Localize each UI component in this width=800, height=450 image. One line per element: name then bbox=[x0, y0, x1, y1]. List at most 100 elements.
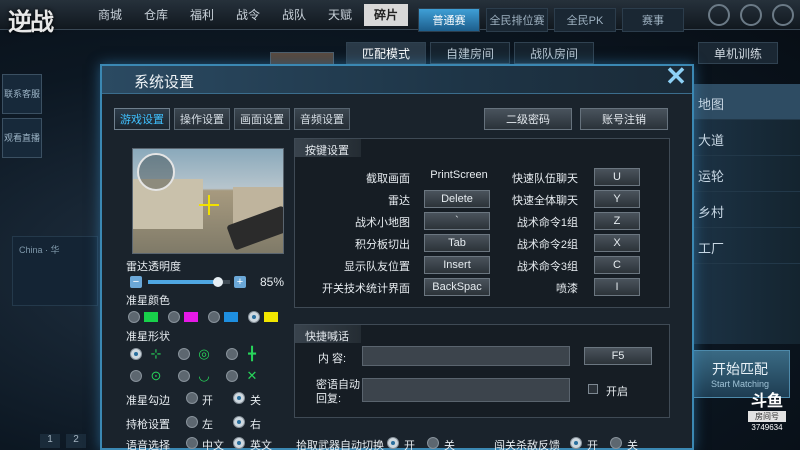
mode-tab[interactable]: 全民排位赛 bbox=[486, 8, 548, 32]
slider-knob[interactable] bbox=[213, 277, 223, 287]
crosshair-dot-icon[interactable]: ⊹ bbox=[148, 346, 164, 362]
feedback-off-radio[interactable] bbox=[610, 437, 622, 449]
password-reply-label: 密语自动回复: bbox=[316, 379, 360, 405]
crosshair-v-icon[interactable]: ◡ bbox=[196, 368, 212, 384]
gun-hold-left-radio[interactable] bbox=[186, 416, 198, 428]
hotkey-button[interactable]: Y bbox=[594, 190, 640, 208]
watch-live-button[interactable]: 观看直播 bbox=[2, 118, 42, 158]
crosshair-shape-radio[interactable] bbox=[130, 348, 142, 360]
crosshair-color-radio[interactable] bbox=[208, 311, 220, 323]
map-list-item[interactable]: 大道 bbox=[690, 120, 800, 156]
pickup-on-label: 开 bbox=[404, 440, 415, 450]
nav-item[interactable]: 战队 bbox=[272, 4, 316, 26]
map-list-item[interactable]: 运轮 bbox=[690, 156, 800, 192]
watermark-logo: 斗鱼 bbox=[750, 391, 783, 410]
nav-item[interactable]: 仓库 bbox=[134, 4, 178, 26]
nav-item[interactable]: 商城 bbox=[88, 4, 132, 26]
nav-item[interactable]: 福利 bbox=[180, 4, 224, 26]
gun-hold-right-radio[interactable] bbox=[233, 416, 245, 428]
outline-on-radio[interactable] bbox=[186, 392, 198, 404]
page-1[interactable]: 1 bbox=[40, 434, 60, 448]
settings-icon[interactable] bbox=[740, 4, 762, 26]
hotkey-button[interactable]: I bbox=[594, 278, 640, 296]
page-2[interactable]: 2 bbox=[66, 434, 86, 448]
chat-content-input[interactable] bbox=[362, 346, 570, 366]
crosshair-color-swatch[interactable] bbox=[184, 312, 198, 322]
auto-reply-checkbox[interactable] bbox=[588, 384, 598, 394]
voice-label: 语音选择 bbox=[126, 440, 170, 450]
slider-track[interactable] bbox=[148, 277, 230, 287]
pickup-on-radio[interactable] bbox=[387, 437, 399, 449]
crosshair-color-swatch[interactable] bbox=[224, 312, 238, 322]
settings-tabs: 游戏设置 操作设置 画面设置 音频设置 bbox=[114, 108, 350, 130]
user-icon[interactable] bbox=[708, 4, 730, 26]
crosshair-color-radio[interactable] bbox=[248, 311, 260, 323]
top-nav: 商城 仓库 福利 战令 战队 天赋 碎片 bbox=[88, 4, 408, 26]
nav-item[interactable]: 战令 bbox=[226, 4, 270, 26]
password-reply-input[interactable] bbox=[362, 378, 570, 402]
outline-off-radio[interactable] bbox=[233, 392, 245, 404]
crosshair-shape-radio[interactable] bbox=[226, 348, 238, 360]
settings-tab[interactable]: 操作设置 bbox=[174, 108, 230, 130]
settings-tab[interactable]: 游戏设置 bbox=[114, 108, 170, 130]
single-training-button[interactable]: 单机训练 bbox=[698, 42, 778, 64]
mode-tab[interactable]: 普通赛 bbox=[418, 8, 480, 32]
hotkey-label: 战术命令1组 bbox=[516, 217, 578, 229]
gun-hold-right-label: 右 bbox=[250, 419, 261, 431]
voice-english-radio[interactable] bbox=[233, 437, 245, 449]
crosshair-shape-radio[interactable] bbox=[178, 348, 190, 360]
plus-icon[interactable]: + bbox=[234, 276, 246, 288]
radar-opacity-slider[interactable]: − + bbox=[130, 275, 250, 289]
game-logo: 逆战 bbox=[8, 7, 54, 36]
top-icons bbox=[708, 4, 794, 26]
nav-item[interactable]: 碎片 bbox=[364, 4, 408, 26]
settings-tab[interactable]: 音频设置 bbox=[294, 108, 350, 130]
crosshair-color-radio[interactable] bbox=[128, 311, 140, 323]
hotkey-button[interactable]: Z bbox=[594, 212, 640, 230]
hotkey-label: 战术命令2组 bbox=[516, 239, 578, 251]
crosshair-shape-radio[interactable] bbox=[130, 370, 142, 382]
quick-chat-title: 快捷喊话 bbox=[295, 325, 361, 343]
gun-hold-label: 持枪设置 bbox=[126, 419, 170, 431]
crosshair-color-radio[interactable] bbox=[168, 311, 180, 323]
voice-chinese-radio[interactable] bbox=[186, 437, 198, 449]
close-icon[interactable]: ✕ bbox=[662, 63, 690, 91]
crosshair-x-icon[interactable]: ✕ bbox=[244, 368, 260, 384]
hotkey-button[interactable]: X bbox=[594, 234, 640, 252]
settings-tab[interactable]: 画面设置 bbox=[234, 108, 290, 130]
map-list-item[interactable]: 乡村 bbox=[690, 192, 800, 228]
kill-feedback-label: 闯关杀敌反馈 bbox=[494, 440, 560, 450]
sub-tab[interactable]: 战队房间 bbox=[514, 42, 594, 64]
hotkey-label: 快速队伍聊天 bbox=[512, 173, 578, 185]
sub-tab[interactable]: 自建房间 bbox=[430, 42, 510, 64]
feedback-on-radio[interactable] bbox=[570, 437, 582, 449]
outline-on-label: 开 bbox=[202, 395, 213, 407]
minus-icon[interactable]: − bbox=[130, 276, 142, 288]
power-icon[interactable] bbox=[772, 4, 794, 26]
voice-english-label: 英文 bbox=[250, 440, 272, 450]
crosshair-color-swatch[interactable] bbox=[264, 312, 278, 322]
secondary-password-button[interactable]: 二级密码 bbox=[484, 108, 572, 130]
chat-hotkey-button[interactable]: F5 bbox=[584, 347, 652, 365]
gun-hold-left-label: 左 bbox=[202, 419, 213, 431]
crosshair-ring-icon[interactable]: ⊙ bbox=[148, 368, 164, 384]
account-cancel-button[interactable]: 账号注销 bbox=[580, 108, 668, 130]
crosshair-preview bbox=[132, 148, 284, 254]
hotkey-button[interactable]: C bbox=[594, 256, 640, 274]
crosshair-shape-radio[interactable] bbox=[226, 370, 238, 382]
mode-tab[interactable]: 赛事 bbox=[622, 8, 684, 32]
hotkey-label: 开关技术统计界面 bbox=[322, 283, 410, 295]
map-list-item[interactable]: 工厂 bbox=[690, 228, 800, 264]
sub-tab[interactable]: 匹配模式 bbox=[346, 42, 426, 64]
voice-chinese-label: 中文 bbox=[202, 440, 224, 450]
crosshair-color-swatch[interactable] bbox=[144, 312, 158, 322]
hotkey-button[interactable]: U bbox=[594, 168, 640, 186]
map-list-item[interactable]: 地图 bbox=[690, 84, 800, 120]
crosshair-shape-radio[interactable] bbox=[178, 370, 190, 382]
pickup-off-radio[interactable] bbox=[427, 437, 439, 449]
customer-service-button[interactable]: 联系客服 bbox=[2, 74, 42, 114]
nav-item[interactable]: 天赋 bbox=[318, 4, 362, 26]
crosshair-plus-icon[interactable]: ╋ bbox=[244, 346, 260, 362]
crosshair-circle-icon[interactable]: ◎ bbox=[196, 346, 212, 362]
mode-tab[interactable]: 全民PK bbox=[554, 8, 616, 32]
